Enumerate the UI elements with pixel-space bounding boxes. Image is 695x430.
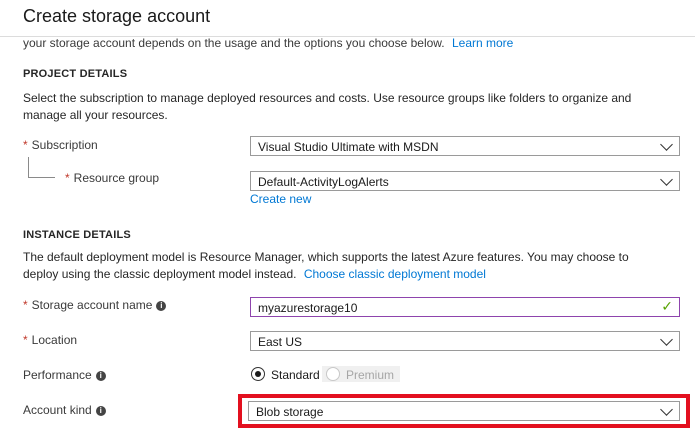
- form-content: your storage account depends on the usag…: [0, 0, 695, 430]
- create-new-link[interactable]: Create new: [250, 192, 311, 206]
- location-label: * Location: [23, 333, 78, 347]
- required-marker: *: [23, 333, 28, 347]
- radio-premium[interactable]: [326, 367, 340, 381]
- project-details-description: Select the subscription to manage deploy…: [23, 91, 632, 122]
- account-kind-label: Account kind i: [23, 403, 106, 417]
- required-marker: *: [23, 138, 28, 152]
- subscription-label: * Subscription: [23, 138, 98, 152]
- info-icon[interactable]: i: [156, 300, 167, 311]
- performance-label: Performance i: [23, 368, 106, 382]
- title-bar: Create storage account: [0, 0, 695, 37]
- storage-name-value: myazurestorage10: [258, 301, 358, 315]
- resource-group-value: Default-ActivityLogAlerts: [258, 175, 389, 189]
- check-icon: ✓: [661, 298, 673, 314]
- subscription-select[interactable]: Visual Studio Ultimate with MSDN: [250, 136, 680, 156]
- radio-standard-label[interactable]: Standard: [271, 368, 320, 382]
- instance-details-heading: INSTANCE DETAILS: [23, 229, 131, 241]
- intro-description: your storage account depends on the usag…: [23, 36, 445, 50]
- resource-group-label: * Resource group: [65, 171, 160, 185]
- learn-more-link[interactable]: Learn more: [452, 36, 513, 50]
- info-icon[interactable]: i: [95, 370, 106, 381]
- instance-details-description: The default deployment model is Resource…: [23, 250, 629, 281]
- chevron-down-icon: [660, 138, 673, 151]
- required-marker: *: [65, 171, 70, 185]
- highlight-box: [238, 394, 690, 428]
- info-icon[interactable]: i: [95, 405, 106, 416]
- storage-name-label: * Storage account name i: [23, 298, 167, 312]
- project-details-heading: PROJECT DETAILS: [23, 68, 128, 80]
- intro-text: your storage account depends on the usag…: [23, 36, 513, 50]
- radio-premium-label[interactable]: Premium: [346, 368, 394, 382]
- page-title: Create storage account: [23, 6, 211, 26]
- resource-group-select[interactable]: Default-ActivityLogAlerts: [250, 171, 680, 191]
- chevron-down-icon: [660, 173, 673, 186]
- chevron-down-icon: [660, 333, 673, 346]
- storage-name-input[interactable]: myazurestorage10 ✓: [250, 297, 680, 317]
- radio-standard[interactable]: [251, 367, 265, 381]
- location-value: East US: [258, 335, 303, 349]
- required-marker: *: [23, 298, 28, 312]
- subscription-value: Visual Studio Ultimate with MSDN: [258, 140, 439, 154]
- location-select[interactable]: East US: [250, 331, 680, 351]
- classic-deployment-link[interactable]: Choose classic deployment model: [304, 267, 486, 281]
- tree-connector: [28, 157, 55, 178]
